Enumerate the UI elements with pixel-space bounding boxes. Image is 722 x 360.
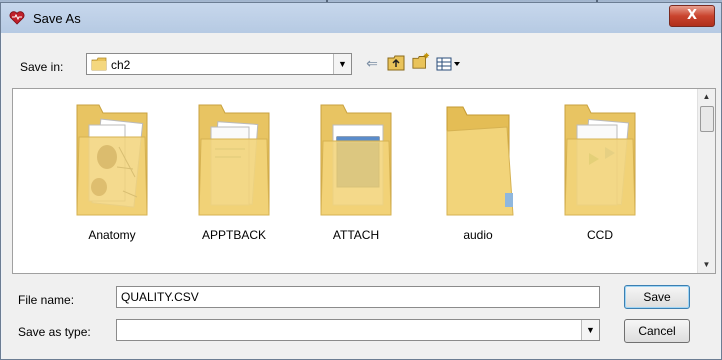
dialog-body: Save in: ch2 ▼ ⇐ Anatomy APPTBACK ATTACH… — [2, 33, 720, 359]
cancel-button[interactable]: Cancel — [624, 319, 690, 343]
vertical-scrollbar[interactable]: ▲ ▼ — [697, 89, 715, 273]
folder-with-window-icon — [320, 104, 392, 216]
folder-with-documents-icon — [564, 104, 636, 216]
scroll-down-arrow-icon[interactable]: ▼ — [698, 257, 715, 273]
folder-item-attach[interactable]: ATTACH — [301, 97, 411, 247]
save-as-dialog: Save As X Save in: ch2 ▼ ⇐ Anatomy APPTB… — [0, 2, 722, 360]
empty-folder-icon — [446, 106, 514, 216]
heart-app-icon — [9, 11, 25, 25]
back-arrow-icon[interactable]: ⇐ — [362, 54, 382, 72]
folder-label: Anatomy — [88, 228, 136, 242]
chevron-down-icon[interactable]: ▼ — [333, 54, 351, 74]
folder-label: ATTACH — [332, 228, 380, 242]
folder-item-anatomy[interactable]: Anatomy — [57, 97, 167, 247]
dialog-title: Save As — [33, 11, 81, 26]
folder-label: APPTBACK — [201, 228, 267, 242]
file-name-input[interactable]: QUALITY.CSV — [116, 286, 600, 308]
chevron-down-icon[interactable]: ▼ — [581, 320, 599, 340]
folder-with-documents-icon — [198, 104, 270, 216]
title-bar[interactable]: Save As X — [1, 3, 721, 33]
folder-label: CCD — [587, 228, 613, 242]
folder-with-photos-icon — [76, 104, 148, 216]
file-list-view[interactable]: Anatomy APPTBACK ATTACH audio CCD ▲ ▼ — [12, 88, 716, 274]
save-as-type-label: Save as type: — [18, 325, 91, 339]
up-folder-icon[interactable] — [386, 54, 406, 72]
file-name-label: File name: — [18, 293, 75, 307]
save-as-type-dropdown[interactable]: ▼ — [116, 319, 600, 341]
save-in-label: Save in: — [20, 60, 64, 74]
view-menu-icon[interactable] — [436, 55, 462, 73]
save-in-dropdown[interactable]: ch2 ▼ — [86, 53, 352, 75]
scroll-up-arrow-icon[interactable]: ▲ — [698, 89, 715, 105]
scrollbar-thumb[interactable] — [700, 106, 714, 132]
close-button[interactable]: X — [669, 5, 715, 27]
folder-item-apptback[interactable]: APPTBACK — [179, 97, 289, 247]
folder-label: audio — [463, 228, 493, 242]
save-in-value: ch2 — [111, 58, 131, 72]
folder-item-ccd[interactable]: CCD — [545, 97, 655, 247]
new-folder-icon[interactable] — [410, 52, 432, 70]
folder-icon — [91, 57, 107, 71]
folder-item-audio[interactable]: audio — [423, 97, 533, 247]
save-button[interactable]: Save — [624, 285, 690, 309]
